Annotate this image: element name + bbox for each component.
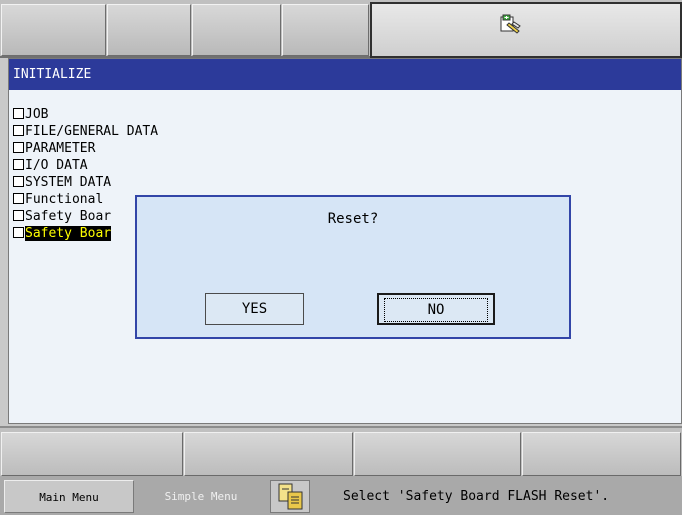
checkbox[interactable] (13, 227, 24, 238)
function-key-3[interactable] (354, 432, 521, 476)
function-key-2[interactable] (184, 432, 353, 476)
simple-menu-button[interactable]: Simple Menu (136, 480, 266, 513)
checkbox[interactable] (13, 210, 24, 221)
dialog-message: Reset? (327, 211, 379, 227)
list-item-job[interactable]: JOB (13, 106, 48, 123)
checkbox[interactable] (13, 142, 24, 153)
top-tab-3[interactable] (192, 4, 281, 56)
window-title: INITIALIZE (9, 59, 681, 90)
main-menu-button[interactable]: Main Menu (4, 480, 134, 513)
document-edit-icon (500, 14, 521, 34)
list-item-parameter[interactable]: PARAMETER (13, 140, 95, 157)
status-message: Select 'Safety Board FLASH Reset'. (343, 489, 610, 504)
checkbox[interactable] (13, 125, 24, 136)
function-key-bar (0, 426, 682, 476)
function-key-4[interactable] (522, 432, 681, 476)
list-item-io-data[interactable]: I/O DATA (13, 157, 88, 174)
function-key-1[interactable] (1, 432, 183, 476)
checkbox[interactable] (13, 176, 24, 187)
clipboard-icon (278, 483, 303, 510)
top-tab-active[interactable] (370, 2, 682, 58)
top-tab-1[interactable] (1, 4, 106, 56)
yes-button[interactable]: YES (205, 293, 304, 325)
top-tab-bar (0, 0, 682, 58)
list-item-safety-board-1[interactable]: Safety Boar (13, 208, 111, 225)
top-tab-2[interactable] (107, 4, 191, 56)
no-button-label: NO (384, 298, 488, 322)
no-button[interactable]: NO (377, 293, 495, 325)
status-bar: Main Menu Simple Menu Select 'Safety Boa… (0, 476, 682, 515)
top-tab-4[interactable] (282, 4, 369, 56)
checkbox[interactable] (13, 159, 24, 170)
clipboard-icon-button[interactable] (270, 480, 310, 513)
reset-dialog: Reset? YES NO (135, 195, 571, 339)
list-item-safety-board-2[interactable]: Safety Boar (13, 225, 112, 242)
list-item-functional[interactable]: Functional (13, 191, 103, 208)
list-item-system-data[interactable]: SYSTEM DATA (13, 174, 111, 191)
checkbox[interactable] (13, 193, 24, 204)
checkbox[interactable] (13, 108, 24, 119)
list-item-file-general-data[interactable]: FILE/GENERAL DATA (13, 123, 158, 140)
